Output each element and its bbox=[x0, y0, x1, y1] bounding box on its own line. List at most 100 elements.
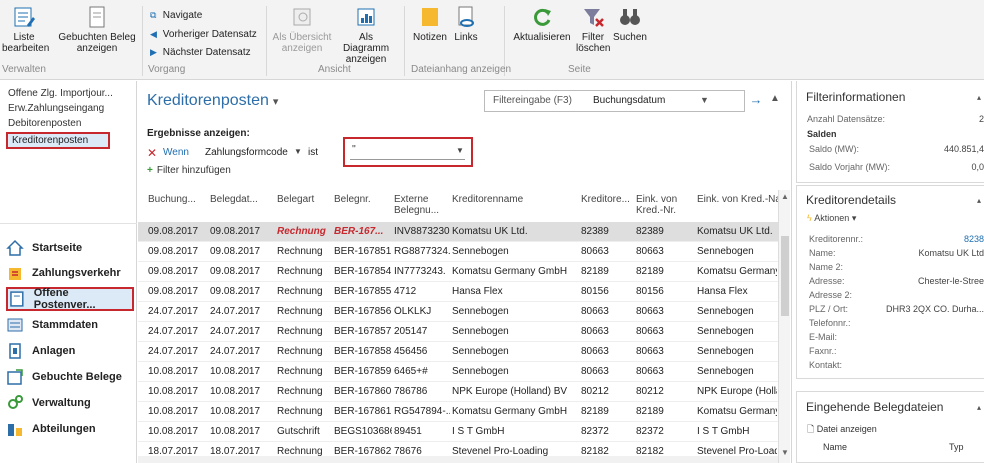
document-type-cell[interactable]: Rechnung bbox=[277, 246, 332, 257]
vendor-no-cell[interactable]: 80663 bbox=[581, 346, 633, 357]
nav-link-erw-zahlungseingang[interactable]: Erw.Zahlungseingang bbox=[8, 103, 104, 114]
column-header[interactable]: Externe Belegnu... bbox=[394, 190, 439, 222]
document-type-cell[interactable]: Rechnung bbox=[277, 266, 332, 277]
buy-from-name-cell[interactable]: Hansa Flex bbox=[697, 286, 777, 297]
column-header[interactable]: Belegdat... bbox=[210, 190, 258, 222]
chevron-up-icon[interactable]: ▴ bbox=[977, 93, 981, 102]
remove-filter-icon[interactable]: ✕ bbox=[147, 146, 157, 160]
vendor-name-cell[interactable]: Sennebogen bbox=[452, 306, 578, 317]
table-row[interactable]: 09.08.2017 09.08.2017 Rechnung BER-167854 IN… bbox=[138, 262, 778, 282]
add-filter-button[interactable]: + Filter hinzufügen bbox=[147, 165, 231, 176]
show-posted-document-button[interactable]: Gebuchten Beleg anzeigen bbox=[55, 5, 139, 54]
buy-from-name-cell[interactable]: Sennebogen bbox=[697, 346, 777, 357]
document-no-cell[interactable]: BER-167854 bbox=[334, 266, 392, 277]
table-row[interactable]: 24.07.2017 24.07.2017 Rechnung BER-167858 45… bbox=[138, 342, 778, 362]
scroll-up-icon[interactable]: ▲ bbox=[781, 192, 789, 201]
buy-from-name-cell[interactable]: Sennebogen bbox=[697, 366, 777, 377]
links-button[interactable]: Links bbox=[450, 5, 482, 43]
document-date-cell[interactable]: 24.07.2017 bbox=[210, 306, 274, 317]
nav-item-verwaltung[interactable]: Verwaltung bbox=[6, 391, 134, 415]
external-no-cell[interactable]: 456456 bbox=[394, 346, 450, 357]
nav-item-startseite[interactable]: Startseite bbox=[6, 236, 134, 260]
external-no-cell[interactable]: 6465+# bbox=[394, 366, 450, 377]
show-as-list-button[interactable]: Als Übersicht anzeigen bbox=[271, 5, 333, 54]
vendor-name-cell[interactable]: Hansa Flex bbox=[452, 286, 578, 297]
posting-date-cell[interactable]: 24.07.2017 bbox=[148, 306, 208, 317]
column-header[interactable]: Kreditore... bbox=[581, 190, 630, 222]
posting-date-cell[interactable]: 10.08.2017 bbox=[148, 406, 208, 417]
buy-from-name-cell[interactable]: Sennebogen bbox=[697, 306, 777, 317]
document-no-cell[interactable]: BER-167861 bbox=[334, 406, 392, 417]
scroll-down-icon[interactable]: ▼ bbox=[781, 448, 789, 457]
vendor-no-cell[interactable]: 82189 bbox=[581, 406, 633, 417]
vendor-field-value[interactable]: 8238 bbox=[964, 234, 984, 244]
external-no-cell[interactable]: 4712 bbox=[394, 286, 450, 297]
document-date-cell[interactable]: 10.08.2017 bbox=[210, 406, 274, 417]
table-row[interactable]: 09.08.2017 09.08.2017 Rechnung BER-167... IN… bbox=[138, 222, 778, 242]
document-type-cell[interactable]: Rechnung bbox=[277, 326, 332, 337]
column-header[interactable]: Belegnr. bbox=[334, 190, 371, 222]
vendor-name-cell[interactable]: Sennebogen bbox=[452, 366, 578, 377]
buy-from-name-cell[interactable]: Komatsu Germany bbox=[697, 266, 777, 277]
vendor-name-cell[interactable]: Komatsu UK Ltd. bbox=[452, 226, 578, 237]
navigate-button[interactable]: ⧉ Navigate bbox=[150, 10, 202, 21]
nav-link-debitorenposten[interactable]: Debitorenposten bbox=[8, 118, 81, 129]
vendor-no-cell[interactable]: 80663 bbox=[581, 326, 633, 337]
column-header[interactable]: Eink. von Kred.-Na bbox=[697, 190, 778, 222]
document-type-cell[interactable]: Rechnung bbox=[277, 346, 332, 357]
document-date-cell[interactable]: 10.08.2017 bbox=[210, 366, 274, 377]
posting-date-cell[interactable]: 24.07.2017 bbox=[148, 346, 208, 357]
buy-from-no-cell[interactable]: 80663 bbox=[636, 326, 694, 337]
document-type-cell[interactable]: Rechnung bbox=[277, 306, 332, 317]
nav-item-zahlungsverkehr[interactable]: Zahlungsverkehr bbox=[6, 261, 134, 285]
posting-date-cell[interactable]: 24.07.2017 bbox=[148, 326, 208, 337]
vendor-no-cell[interactable]: 82372 bbox=[581, 426, 633, 437]
buy-from-no-cell[interactable]: 80663 bbox=[636, 306, 694, 317]
posting-date-cell[interactable]: 09.08.2017 bbox=[148, 286, 208, 297]
vendor-no-cell[interactable]: 80663 bbox=[581, 246, 633, 257]
show-as-chart-button[interactable]: Als Diagramm anzeigen bbox=[335, 5, 397, 65]
posting-date-cell[interactable]: 09.08.2017 bbox=[148, 226, 208, 237]
refresh-button[interactable]: Aktualisieren bbox=[510, 5, 574, 43]
column-header[interactable]: Belegart bbox=[277, 190, 314, 222]
column-header-name[interactable]: Name bbox=[823, 442, 847, 452]
column-header[interactable]: Buchung... bbox=[148, 190, 196, 222]
filter-input[interactable]: Filtereingabe (F3) Buchungsdatum ▼ bbox=[484, 90, 745, 112]
document-date-cell[interactable]: 24.07.2017 bbox=[210, 326, 274, 337]
nav-item-offene-postenverwaltung[interactable]: Offene Postenver... bbox=[6, 287, 134, 311]
vendor-name-cell[interactable]: Sennebogen bbox=[452, 346, 578, 357]
external-no-cell[interactable]: RG547894-... bbox=[394, 406, 450, 417]
buy-from-name-cell[interactable]: I S T GmbH bbox=[697, 426, 777, 437]
condition-value-field[interactable]: '' ▼ bbox=[343, 137, 473, 167]
document-type-cell[interactable]: Rechnung bbox=[277, 286, 332, 297]
external-no-cell[interactable]: IN7773243. bbox=[394, 266, 450, 277]
external-no-cell[interactable]: 89451 bbox=[394, 426, 450, 437]
external-no-cell[interactable]: 786786 bbox=[394, 386, 450, 397]
buy-from-no-cell[interactable]: 80156 bbox=[636, 286, 694, 297]
vendor-no-cell[interactable]: 80212 bbox=[581, 386, 633, 397]
document-no-cell[interactable]: BER-167856 bbox=[334, 306, 392, 317]
document-type-cell[interactable]: Gutschrift bbox=[277, 426, 332, 437]
posting-date-cell[interactable]: 10.08.2017 bbox=[148, 426, 208, 437]
buy-from-name-cell[interactable]: Komatsu UK Ltd. bbox=[697, 226, 777, 237]
edit-list-button[interactable]: Liste bearbeiten bbox=[2, 5, 49, 54]
buy-from-no-cell[interactable]: 80663 bbox=[636, 346, 694, 357]
posting-date-cell[interactable]: 09.08.2017 bbox=[148, 266, 208, 277]
document-no-cell[interactable]: BER-167851 bbox=[334, 246, 392, 257]
show-file-button[interactable]: 🗋 Datei anzeigen bbox=[807, 422, 877, 438]
buy-from-name-cell[interactable]: Sennebogen bbox=[697, 326, 777, 337]
document-type-cell[interactable]: Rechnung bbox=[277, 406, 332, 417]
table-row[interactable]: 10.08.2017 10.08.2017 Rechnung BER-167861 RG… bbox=[138, 402, 778, 422]
buy-from-name-cell[interactable]: NPK Europe (Hollar bbox=[697, 386, 777, 397]
posting-date-cell[interactable]: 10.08.2017 bbox=[148, 386, 208, 397]
external-no-cell[interactable]: 205147 bbox=[394, 326, 450, 337]
table-row[interactable]: 09.08.2017 09.08.2017 Rechnung BER-167855 47… bbox=[138, 282, 778, 302]
vendor-no-cell[interactable]: 80156 bbox=[581, 286, 633, 297]
document-date-cell[interactable]: 10.08.2017 bbox=[210, 386, 274, 397]
buy-from-no-cell[interactable]: 82189 bbox=[636, 406, 694, 417]
vendor-no-cell[interactable]: 80663 bbox=[581, 366, 633, 377]
buy-from-name-cell[interactable]: Sennebogen bbox=[697, 246, 777, 257]
table-row[interactable]: 10.08.2017 10.08.2017 Gutschrift BEGS103686… bbox=[138, 422, 778, 442]
condition-value[interactable]: '' bbox=[350, 144, 465, 160]
buy-from-name-cell[interactable]: Komatsu Germany bbox=[697, 406, 777, 417]
